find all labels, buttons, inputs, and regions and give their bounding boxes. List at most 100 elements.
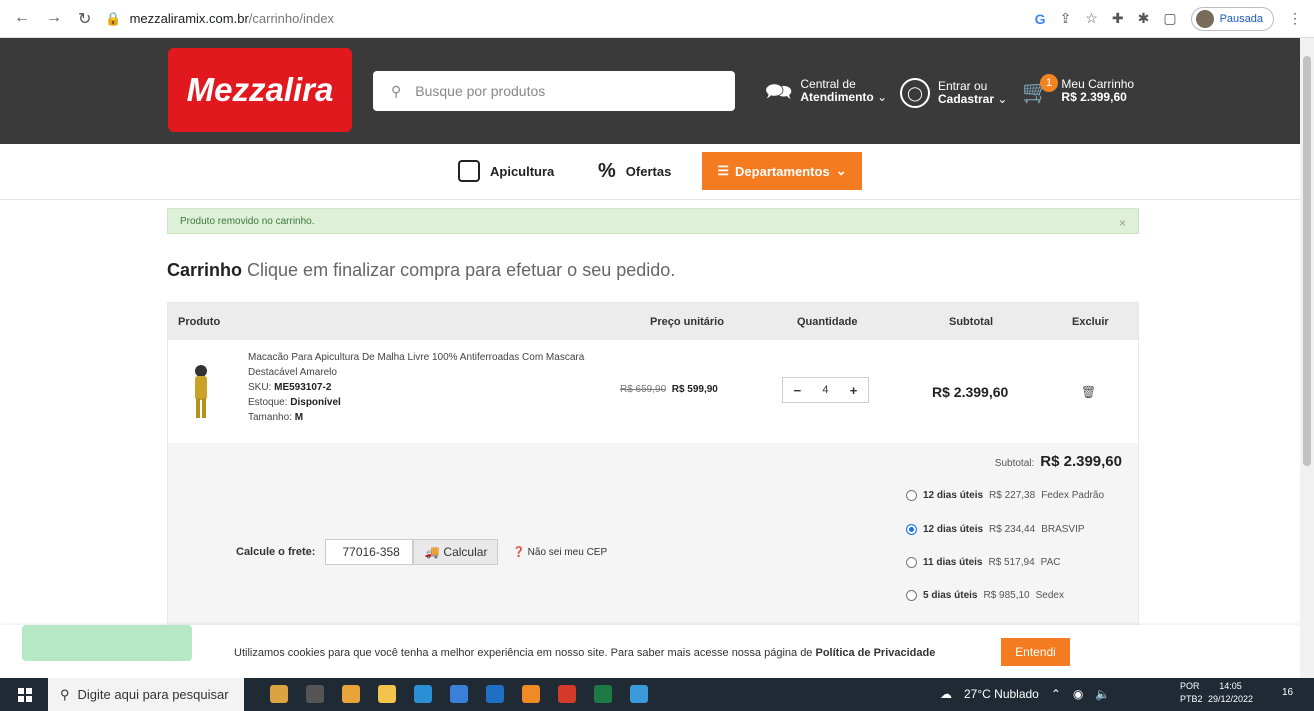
address-bar[interactable]: 🔒 mezzaliramix.com.br/carrinho/index [105,11,334,27]
menu-kebab-icon[interactable]: ⋮ [1288,10,1302,27]
nav-ofertas[interactable]: % Ofertas [598,160,671,183]
shipping-days: 12 dias úteis [923,490,984,501]
weather-text[interactable]: 27°C Nublado [964,687,1039,701]
quantity-value[interactable]: 4 [822,384,828,396]
trash-icon[interactable]: 🗑 [1081,385,1096,399]
extension-icon[interactable]: ✚ [1112,10,1124,27]
support-menu[interactable]: 🗪 Central de Atendimento ⌄ [765,78,887,104]
sidepanel-icon[interactable]: ▢ [1163,10,1176,27]
cep-help-label: Não sei meu CEP [527,546,608,558]
back-icon[interactable]: ← [14,9,30,29]
shipping-option[interactable]: 12 dias úteis R$ 227,38 Fedex Padrão [906,490,1104,501]
weather-icon: ☁ [940,687,952,701]
clock-date: 29/12/2022 [1208,694,1254,704]
radio-button[interactable] [906,557,917,568]
office-icon[interactable] [558,685,576,703]
cookie-text: Utilizamos cookies para que você tenha a… [234,647,813,659]
cep-help-link[interactable]: ❓ Não sei meu CEP [512,547,607,558]
clock[interactable]: 14:05 29/12/2022 [1208,680,1253,706]
share-icon[interactable]: ⇪ [1060,10,1072,27]
wifi-icon[interactable]: ◉ [1073,687,1083,701]
col-quantidade: Quantidade [797,316,858,328]
lock-icon: 🔒 [105,10,122,26]
news-widget-icon[interactable] [270,685,288,703]
product-image[interactable] [192,364,210,420]
language-indicator[interactable]: POR PTB2 [1180,680,1203,706]
photos-icon[interactable] [630,685,648,703]
cep-input[interactable]: 77016-358 [325,539,414,565]
shipping-option[interactable]: 5 dias úteis R$ 985,10 Sedex [906,590,1064,601]
cart-menu[interactable]: 🛒 Meu Carrinho R$ 2.399,60 [1022,78,1134,104]
chevron-up-icon[interactable]: ⌃ [1051,687,1061,701]
page-title-bold: Carrinho [167,260,243,280]
shipping-days: 12 dias úteis [923,524,984,535]
bookmark-star-icon[interactable]: ☆ [1085,10,1098,27]
taskbar-search[interactable]: ⚲ Digite aqui para pesquisar [48,678,244,711]
mail-icon[interactable] [486,685,504,703]
unit-price: R$ 659,90 R$ 599,90 [620,384,718,395]
product-name[interactable]: Macacão Para Apicultura De Malha Livre 1… [248,350,608,365]
store-icon[interactable] [450,685,468,703]
accept-cookies-button[interactable]: Entendi [1001,638,1070,666]
cart-line1: Meu Carrinho [1061,77,1135,91]
vlc-icon[interactable] [522,685,540,703]
radio-button-selected[interactable] [906,524,917,535]
shipping-carrier: PAC [1040,557,1061,568]
privacy-policy-link[interactable]: Política de Privacidade [816,647,936,659]
radio-button[interactable] [906,490,917,501]
whatsapp-button[interactable] [22,625,192,661]
file-explorer-icon[interactable] [378,685,396,703]
nav-apicultura[interactable]: Apicultura [458,160,554,182]
support-line2: Atendimento [800,90,874,104]
user-icon: ◯ [900,78,930,108]
account-menu[interactable]: ◯ Entrar ou Cadastrar ⌄ [900,78,1007,108]
scrollbar[interactable] [1300,38,1314,678]
close-icon[interactable]: × [1119,216,1126,230]
shipping-option[interactable]: 11 dias úteis R$ 517,94 PAC [906,557,1060,568]
subtotal-label: Subtotal: [994,458,1035,469]
subtotal-value: R$ 2.399,60 [1040,453,1122,470]
search-input[interactable]: ⚲ Busque por produtos [373,71,735,111]
col-produto: Produto [178,316,221,328]
speaker-icon[interactable]: 🔈 [1095,687,1110,701]
calculate-button[interactable]: 🚚 Calcular [413,539,499,565]
forward-icon[interactable]: → [46,9,62,29]
shipping-carrier: Fedex Padrão [1041,490,1105,501]
decrement-button[interactable]: − [794,383,802,398]
profile-label: Pausada [1219,12,1263,25]
cart-subtotal: Subtotal: R$ 2.399,60 [995,453,1122,470]
radio-button[interactable] [906,590,917,601]
chevron-down-icon: ⌄ [835,163,847,178]
stock-label: Estoque: [248,397,288,408]
lang-line2: PTB2 [1180,694,1203,704]
chrome-icon[interactable] [342,685,360,703]
account-line1: Entrar ou [938,79,988,93]
task-view-icon[interactable] [306,685,324,703]
category-nav: Apicultura % Ofertas ☰ Departamentos ⌄ [0,144,1300,200]
lang-line1: POR [1180,681,1200,691]
reload-icon[interactable]: ↻ [78,9,91,29]
scrollbar-thumb[interactable] [1303,56,1311,466]
page-title-subtitle: Clique em finalizar compra para efetuar … [247,260,676,280]
puzzle-icon[interactable]: ✱ [1138,10,1150,27]
google-icon[interactable]: G [1035,11,1046,27]
logo-text: Mezzalira [186,71,334,108]
product-description: Macacão Para Apicultura De Malha Livre 1… [248,350,608,425]
shipping-calculator: Calcule o frete: 77016-358 🚚 Calcular ❓ … [236,539,607,565]
edge-icon[interactable] [414,685,432,703]
shipping-option[interactable]: 12 dias úteis R$ 234,44 BRASVIP [906,524,1085,535]
cart-total: R$ 2.399,60 [1061,90,1127,104]
profile-button[interactable]: Pausada [1190,6,1274,31]
site-logo[interactable]: Mezzalira [168,48,352,132]
support-line1: Central de [800,77,856,91]
product-name-cont[interactable]: Destacável Amarelo [248,365,608,380]
search-icon: ⚲ [391,82,402,99]
table-row: Macacão Para Apicultura De Malha Livre 1… [168,340,1138,443]
site-header: Mezzalira ⚲ Busque por produtos 🗪 Centra… [0,38,1300,144]
increment-button[interactable]: + [850,383,858,398]
windows-start-icon[interactable] [18,688,32,702]
excel-icon[interactable] [594,685,612,703]
departments-button[interactable]: ☰ Departamentos ⌄ [702,152,862,190]
notification-badge[interactable]: 16 [1282,687,1293,698]
stock-value: Disponível [290,397,341,408]
